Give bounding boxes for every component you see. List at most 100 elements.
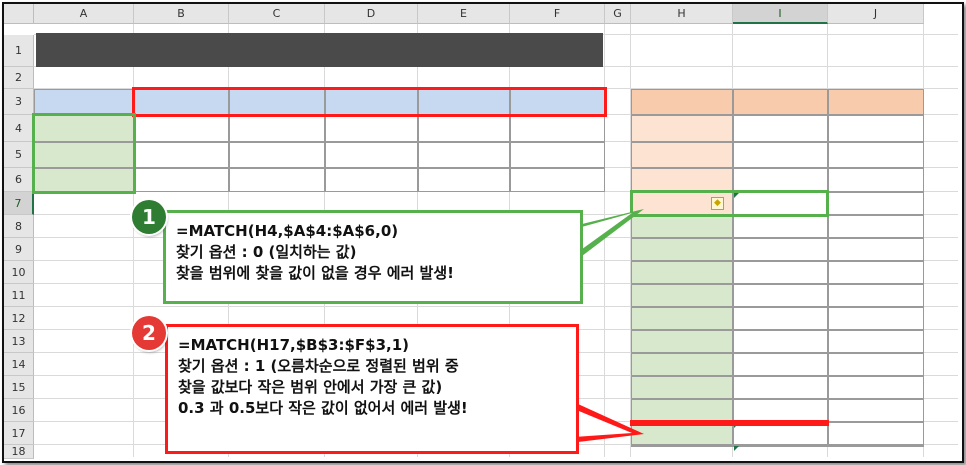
price-cell[interactable]: [134, 142, 229, 168]
iferror-result-cell[interactable]: [828, 353, 924, 376]
price-cell[interactable]: [510, 168, 605, 192]
price-cell[interactable]: [510, 142, 605, 168]
lookup-key-cell[interactable]: [631, 399, 733, 422]
row-header-15[interactable]: 15: [4, 376, 34, 399]
callout1-line-2: 찾기 옵션 : 0 (일치하는 값): [176, 243, 357, 261]
price-cell[interactable]: [510, 115, 605, 142]
service-label-2: [34, 142, 134, 168]
weight-header-3: [325, 89, 418, 115]
price-cell[interactable]: [418, 168, 510, 192]
match-result-cell[interactable]: [733, 353, 828, 376]
row-header-7[interactable]: 7: [4, 192, 34, 215]
error-indicator-icon: [734, 193, 739, 198]
row-header-17[interactable]: 17: [4, 422, 34, 445]
column-header-i[interactable]: I: [733, 4, 828, 24]
iferror-result-cell[interactable]: [828, 142, 924, 168]
iferror-result-cell[interactable]: [828, 422, 924, 445]
column-header-b[interactable]: B: [134, 4, 229, 24]
lookup-key-cell[interactable]: [631, 445, 733, 447]
row-header-14[interactable]: 14: [4, 353, 34, 376]
match-function-header: [733, 89, 828, 115]
iferror-result-cell[interactable]: [828, 284, 924, 307]
lookup-key-cell[interactable]: [631, 261, 733, 284]
row-header-9[interactable]: 9: [4, 238, 34, 261]
match-result-cell[interactable]: [733, 261, 828, 284]
service-label-1: [34, 115, 134, 142]
iferror-result-cell[interactable]: [828, 238, 924, 261]
match-result-cell[interactable]: [733, 192, 828, 215]
iferror-result-cell[interactable]: [828, 168, 924, 192]
iferror-result-cell[interactable]: [828, 376, 924, 399]
price-cell[interactable]: [418, 115, 510, 142]
match-result-cell[interactable]: [733, 142, 828, 168]
match-result-cell[interactable]: [733, 307, 828, 330]
row-header-16[interactable]: 16: [4, 399, 34, 422]
lookup-key-cell[interactable]: [631, 215, 733, 238]
lookup-key-cell[interactable]: [631, 307, 733, 330]
error-indicator-icon: [734, 446, 739, 451]
price-cell[interactable]: [418, 142, 510, 168]
match-result-cell[interactable]: [733, 115, 828, 142]
column-header-f[interactable]: F: [510, 4, 605, 24]
price-cell[interactable]: [134, 115, 229, 142]
row-header-1[interactable]: 1: [4, 35, 34, 67]
iferror-result-cell[interactable]: [828, 330, 924, 353]
column-header-h[interactable]: H: [631, 4, 733, 24]
match-result-cell[interactable]: [733, 215, 828, 238]
match-result-cell[interactable]: [733, 168, 828, 192]
title-banner: [36, 33, 603, 67]
row-header-18[interactable]: 18: [4, 445, 34, 459]
price-cell[interactable]: [325, 142, 418, 168]
lookup-key-cell[interactable]: [631, 238, 733, 261]
select-all-corner[interactable]: [4, 4, 34, 24]
lookup-key-cell[interactable]: [631, 142, 733, 168]
row-header-13[interactable]: 13: [4, 330, 34, 353]
row-header-10[interactable]: 10: [4, 261, 34, 284]
error-warning-icon[interactable]: ◆: [711, 197, 724, 210]
row-header-3[interactable]: 3: [4, 89, 34, 115]
iferror-result-cell[interactable]: [828, 445, 924, 447]
match-result-cell[interactable]: [733, 284, 828, 307]
callout2-line-3: 찾을 값보다 작은 범위 안에서 가장 큰 값): [178, 378, 443, 396]
column-header-g[interactable]: G: [605, 4, 631, 24]
lookup-key-cell[interactable]: [631, 422, 733, 445]
price-cell[interactable]: [229, 168, 325, 192]
iferror-function-header: [828, 89, 924, 115]
price-cell[interactable]: [134, 168, 229, 192]
lookup-key-cell[interactable]: [631, 284, 733, 307]
lookup-key-cell[interactable]: [631, 168, 733, 192]
row-header-6[interactable]: 6: [4, 168, 34, 192]
iferror-result-cell[interactable]: [828, 399, 924, 422]
price-cell[interactable]: [325, 115, 418, 142]
column-header-e[interactable]: E: [418, 4, 510, 24]
match-result-cell[interactable]: [733, 445, 828, 447]
match-result-cell[interactable]: [733, 330, 828, 353]
column-header-d[interactable]: D: [325, 4, 418, 24]
column-header-c[interactable]: C: [229, 4, 325, 24]
row-header-12[interactable]: 12: [4, 307, 34, 330]
row-header-11[interactable]: 11: [4, 284, 34, 307]
price-cell[interactable]: [229, 142, 325, 168]
iferror-result-cell[interactable]: [828, 307, 924, 330]
row-header-5[interactable]: 5: [4, 142, 34, 168]
iferror-result-cell[interactable]: [828, 192, 924, 215]
iferror-result-cell[interactable]: [828, 115, 924, 142]
lookup-key-cell[interactable]: [631, 115, 733, 142]
match-result-cell[interactable]: [733, 399, 828, 422]
row-header-8[interactable]: 8: [4, 215, 34, 238]
match-result-cell[interactable]: [733, 422, 828, 445]
price-cell[interactable]: [229, 115, 325, 142]
row-header-2[interactable]: 2: [4, 67, 34, 89]
iferror-result-cell[interactable]: [828, 261, 924, 284]
price-cell[interactable]: [325, 168, 418, 192]
column-header-a[interactable]: A: [34, 4, 134, 24]
lookup-key-cell[interactable]: [631, 330, 733, 353]
weight-header-5: [510, 89, 605, 115]
lookup-key-cell[interactable]: [631, 353, 733, 376]
lookup-key-cell[interactable]: [631, 376, 733, 399]
match-result-cell[interactable]: [733, 376, 828, 399]
iferror-result-cell[interactable]: [828, 215, 924, 238]
column-header-j[interactable]: J: [828, 4, 924, 24]
row-header-4[interactable]: 4: [4, 115, 34, 142]
match-result-cell[interactable]: [733, 238, 828, 261]
